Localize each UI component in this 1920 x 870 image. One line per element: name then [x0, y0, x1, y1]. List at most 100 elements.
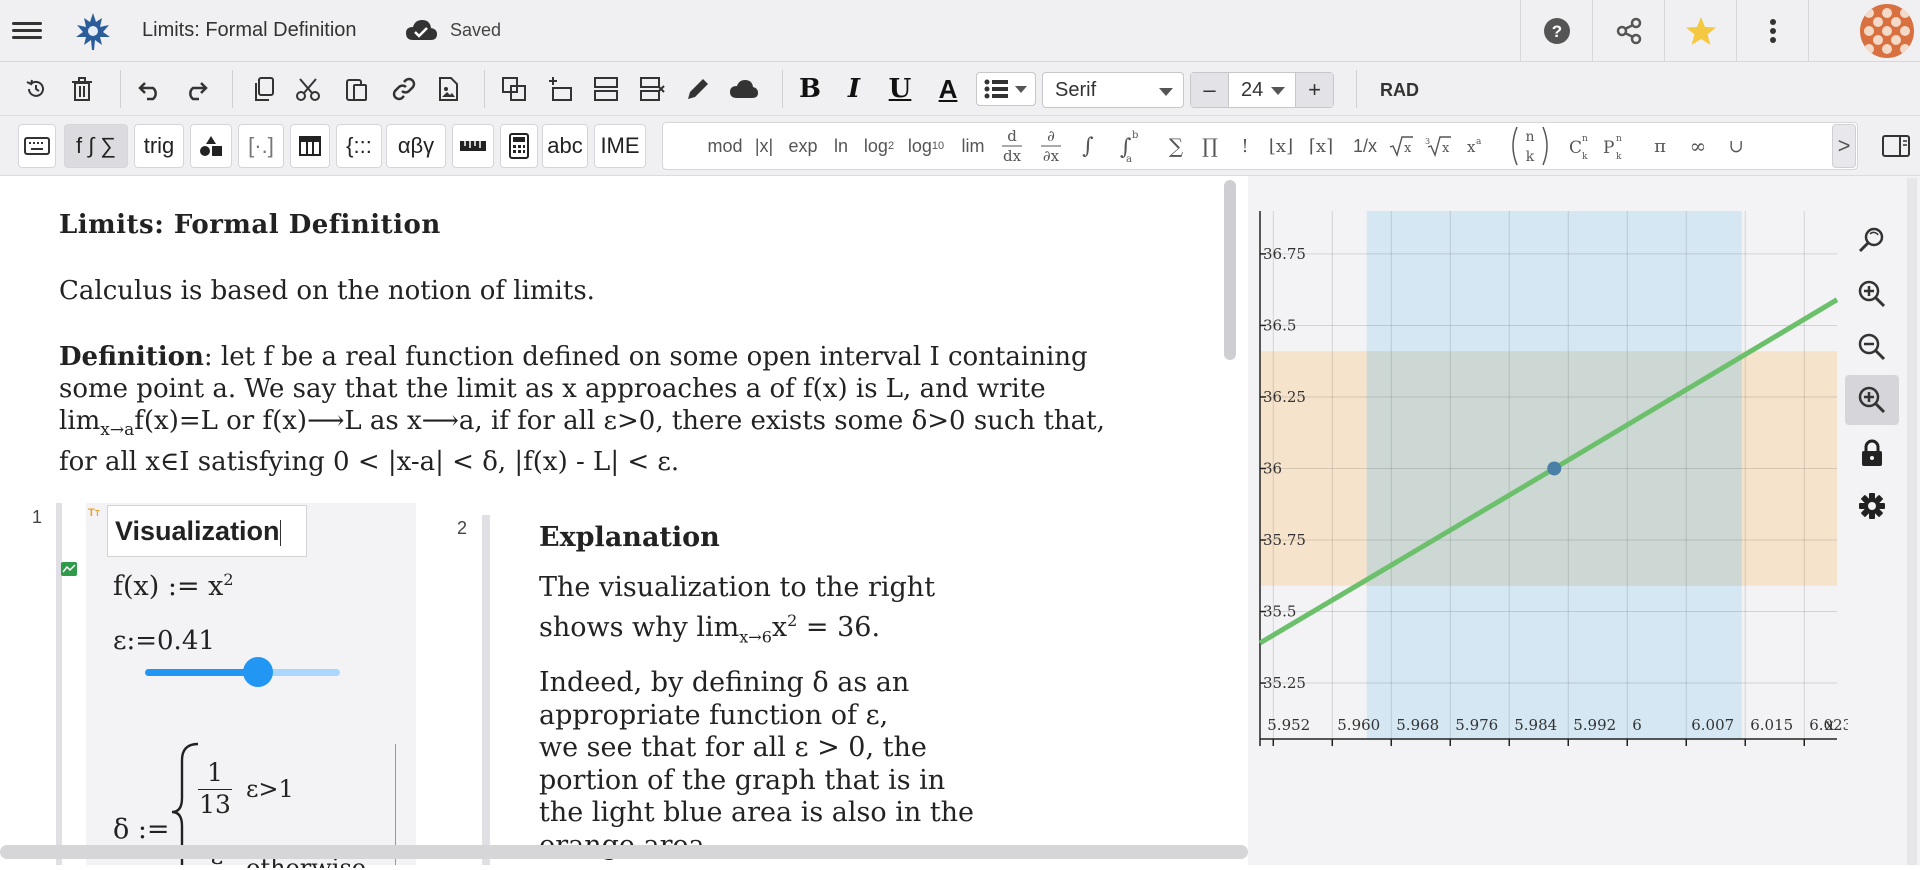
insert-region-button[interactable]: [496, 72, 532, 106]
symbol-log10[interactable]: log 10: [903, 123, 949, 169]
symbol-reciprocal[interactable]: 1/x: [1347, 123, 1383, 169]
symbol-binomial[interactable]: nk: [1505, 123, 1555, 169]
symbol-sqrt[interactable]: x: [1385, 123, 1417, 169]
decrease-font-size-button[interactable]: –: [1191, 73, 1229, 107]
explanation-heading[interactable]: Explanation: [539, 522, 720, 553]
user-avatar[interactable]: [1860, 4, 1914, 58]
symbol-log2[interactable]: log 2: [859, 123, 899, 169]
palette-scroll-right-button[interactable]: >: [1832, 124, 1856, 168]
symbol-permutation[interactable]: Pnk: [1597, 123, 1631, 169]
region-number-1: 1: [32, 507, 43, 527]
symbol-ceiling[interactable]: ⌈x⌉: [1303, 123, 1339, 169]
symbol-pi[interactable]: π: [1645, 123, 1675, 169]
calculator-icon: [509, 133, 529, 159]
symbol-floor[interactable]: ⌊x⌋: [1263, 123, 1299, 169]
split-region-button[interactable]: [588, 72, 624, 106]
undo-button[interactable]: [132, 72, 168, 106]
palette-text-button[interactable]: abc: [542, 124, 588, 168]
visualization-title[interactable]: Visualization: [107, 505, 307, 557]
region-2-bar[interactable]: [482, 515, 490, 865]
keyboard-button[interactable]: [18, 124, 56, 168]
region-1-bar[interactable]: [56, 503, 62, 865]
pen-button[interactable]: [680, 72, 716, 106]
link-button[interactable]: [386, 72, 422, 106]
palette-matrix-button[interactable]: [·.]: [238, 124, 284, 168]
font-color-button[interactable]: A: [930, 72, 966, 106]
zoom-box-button[interactable]: [1845, 375, 1899, 425]
symbol-union[interactable]: ∪: [1721, 123, 1751, 169]
function-definition[interactable]: f(x) := x2: [113, 570, 234, 602]
angle-mode-toggle[interactable]: RAD: [1380, 80, 1419, 101]
plot-region-icon[interactable]: [61, 562, 77, 576]
palette-shapes-button[interactable]: [190, 124, 232, 168]
palette-ime-button[interactable]: IME: [594, 124, 646, 168]
symbol-infinity[interactable]: ∞: [1683, 123, 1713, 169]
more-options-button[interactable]: [1736, 0, 1808, 62]
palette-units-button[interactable]: [452, 124, 494, 168]
zoom-reset-icon: [1858, 227, 1884, 253]
italic-button[interactable]: I: [836, 72, 872, 106]
symbol-integral[interactable]: ∫: [1073, 123, 1103, 169]
delete-button[interactable]: [64, 72, 100, 106]
symbol-lim[interactable]: lim: [957, 123, 989, 169]
symbol-mod[interactable]: mod: [703, 123, 747, 169]
palette-trig-button[interactable]: trig: [134, 124, 184, 168]
symbol-definite-integral[interactable]: ∫ b a: [1107, 123, 1147, 169]
symbol-exp[interactable]: exp: [783, 123, 823, 169]
limit-plot[interactable]: 5.952 5.960 5.968 5.976 5.984 5.992 6 6.007 6.01…: [1248, 176, 1848, 756]
keyboard-icon: [24, 137, 50, 155]
symbol-product[interactable]: ∏: [1195, 123, 1225, 169]
epsilon-definition[interactable]: ε:=0.41: [113, 626, 215, 656]
zoom-reset-button[interactable]: [1845, 215, 1899, 265]
font-family-select[interactable]: Serif: [1042, 72, 1184, 108]
plot-settings-button[interactable]: [1845, 481, 1899, 531]
symbol-sum[interactable]: ∑: [1161, 123, 1191, 169]
epsilon-slider-thumb[interactable]: [243, 657, 274, 687]
symbol-cube-root[interactable]: 3x: [1421, 123, 1455, 169]
intro-paragraph[interactable]: Calculus is based on the notion of limit…: [59, 276, 595, 306]
symbol-ln[interactable]: ln: [827, 123, 855, 169]
font-size-value[interactable]: 24: [1241, 79, 1263, 102]
palette-calculus-button[interactable]: f ∫ ∑: [64, 124, 128, 168]
zoom-out-button[interactable]: [1845, 322, 1899, 372]
paste-button[interactable]: [338, 72, 374, 106]
underline-button[interactable]: U: [882, 72, 918, 106]
definition-paragraph[interactable]: Definition: let f be a real function def…: [59, 341, 1159, 478]
zoom-in-button[interactable]: [1845, 269, 1899, 319]
symbol-power[interactable]: xa: [1459, 123, 1491, 169]
help-button[interactable]: ?: [1520, 0, 1592, 62]
cloud-button[interactable]: [726, 72, 762, 106]
palette-calculator-button[interactable]: [500, 124, 538, 168]
history-button[interactable]: [18, 72, 54, 106]
text-format-icon[interactable]: TT: [88, 506, 102, 518]
symbol-combination[interactable]: Cnk: [1563, 123, 1597, 169]
symbol-abs[interactable]: |x|: [749, 123, 779, 169]
symbol-derivative[interactable]: d dx: [995, 123, 1029, 169]
explanation-paragraph-1[interactable]: The visualization to the right shows why…: [539, 571, 935, 653]
remove-region-button[interactable]: [634, 72, 670, 106]
palette-greek-button[interactable]: αβγ: [386, 124, 446, 168]
redo-button[interactable]: [178, 72, 214, 106]
palette-piecewise-button[interactable]: {:::: [336, 124, 382, 168]
insert-row-above-button[interactable]: [542, 72, 578, 106]
favorite-button[interactable]: [1664, 0, 1736, 62]
increase-font-size-button[interactable]: +: [1295, 73, 1333, 107]
cut-button[interactable]: [290, 72, 326, 106]
lock-plot-button[interactable]: [1845, 428, 1899, 478]
document-scrollbar[interactable]: [1224, 180, 1236, 360]
document-heading[interactable]: Limits: Formal Definition: [59, 210, 441, 240]
symbol-factorial[interactable]: !: [1231, 123, 1259, 169]
list-style-dropdown[interactable]: [976, 72, 1036, 106]
explanation-paragraph-2[interactable]: Indeed, by defining δ as an appropriate f…: [539, 667, 974, 862]
document-title[interactable]: Limits: Formal Definition: [142, 19, 357, 42]
copy-button[interactable]: [246, 72, 282, 106]
share-button[interactable]: [1592, 0, 1664, 62]
horizontal-scrollbar[interactable]: [0, 845, 1248, 859]
insert-image-button[interactable]: [430, 72, 466, 106]
bold-button[interactable]: B: [792, 72, 828, 106]
palette-table-button[interactable]: [290, 124, 330, 168]
symbol-partial-derivative[interactable]: ∂ ∂x: [1033, 123, 1069, 169]
hamburger-menu-icon[interactable]: [12, 18, 42, 44]
plot-scrollbar[interactable]: [1907, 178, 1917, 865]
toggle-sidebar-button[interactable]: [1878, 124, 1914, 168]
